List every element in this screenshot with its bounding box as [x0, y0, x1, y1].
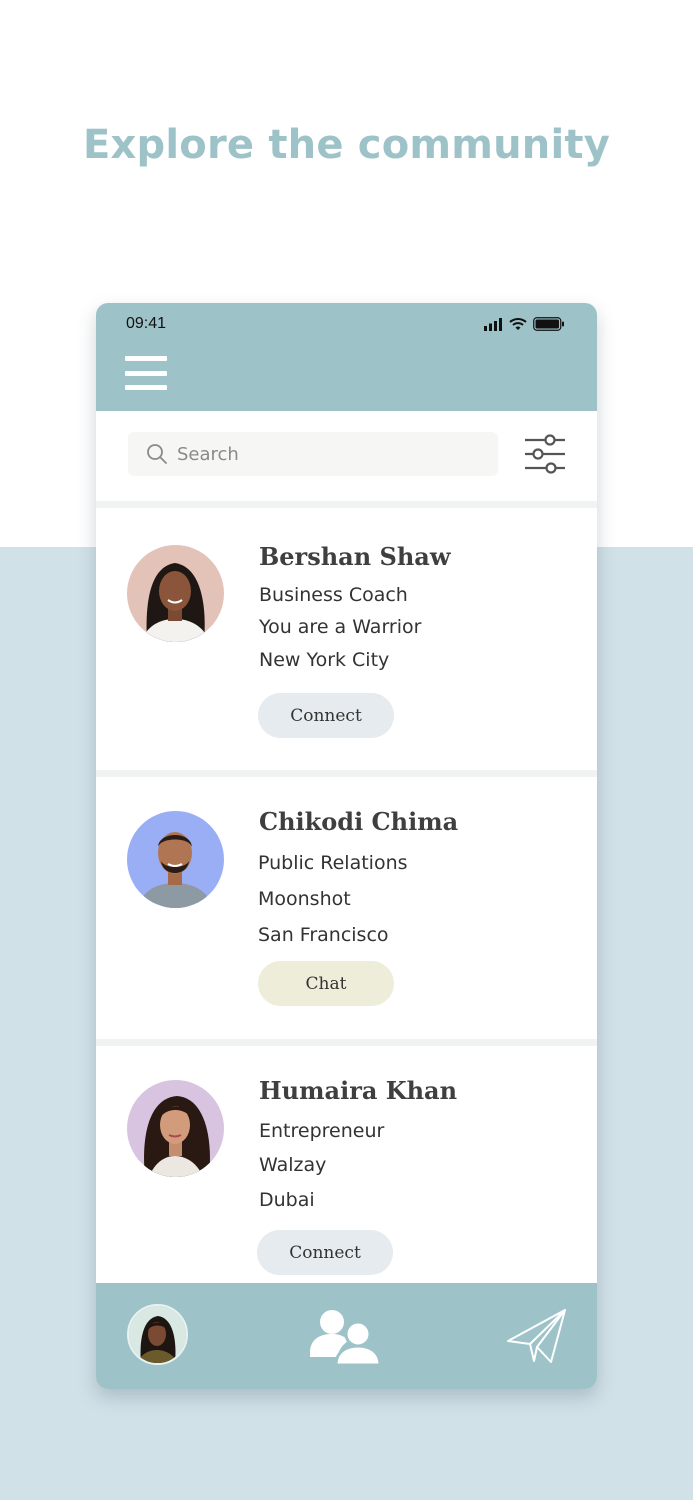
- profile-name: Humaira Khan: [259, 1076, 458, 1105]
- divider: [96, 1039, 597, 1046]
- sliders-filter-icon[interactable]: [524, 434, 566, 476]
- profile-location: New York City: [259, 649, 390, 671]
- avatar[interactable]: [127, 811, 224, 908]
- profile-title: Business Coach: [259, 584, 408, 606]
- profile-card[interactable]: Chikodi Chima Public Relations Moonshot …: [96, 777, 597, 1039]
- hamburger-menu-icon[interactable]: [125, 356, 169, 390]
- search-input[interactable]: [177, 443, 477, 465]
- profile-card[interactable]: Humaira Khan Entrepreneur Walzay Dubai C…: [96, 1046, 597, 1283]
- profile-location: Dubai: [259, 1189, 315, 1211]
- app-header: 09:41: [96, 303, 597, 411]
- battery-icon: [533, 317, 564, 331]
- connect-button[interactable]: Connect: [258, 693, 394, 738]
- signal-icon: [484, 317, 502, 331]
- paper-plane-icon[interactable]: [506, 1307, 568, 1365]
- search-bar-area: [96, 411, 597, 501]
- divider: [96, 770, 597, 777]
- profile-card[interactable]: Bershan Shaw Business Coach You are a Wa…: [96, 508, 597, 770]
- people-icon[interactable]: [310, 1307, 382, 1365]
- status-time: 09:41: [126, 315, 167, 332]
- profile-name: Bershan Shaw: [259, 542, 451, 571]
- user-avatar[interactable]: [127, 1304, 188, 1365]
- profile-location: San Francisco: [258, 924, 389, 946]
- divider: [96, 501, 597, 508]
- connect-button[interactable]: Connect: [257, 1230, 393, 1275]
- wifi-icon: [509, 318, 527, 330]
- page-headline: Explore the community: [83, 122, 610, 168]
- search-box: [128, 432, 498, 476]
- profile-title: Public Relations: [258, 852, 408, 874]
- profile-title: Entrepreneur: [259, 1120, 385, 1142]
- status-icons: [484, 316, 565, 332]
- search-icon: [147, 444, 167, 464]
- avatar[interactable]: [127, 1080, 224, 1177]
- phone-mockup: 09:41 Search Bershan Shaw Business Coach…: [96, 303, 597, 1389]
- profile-company: You are a Warrior: [259, 616, 422, 638]
- chat-button[interactable]: Chat: [258, 961, 394, 1006]
- avatar[interactable]: [127, 545, 224, 642]
- profile-company: Moonshot: [258, 888, 351, 910]
- profile-name: Chikodi Chima: [259, 807, 459, 836]
- bottom-navigation: [96, 1283, 597, 1389]
- profile-company: Walzay: [259, 1154, 327, 1176]
